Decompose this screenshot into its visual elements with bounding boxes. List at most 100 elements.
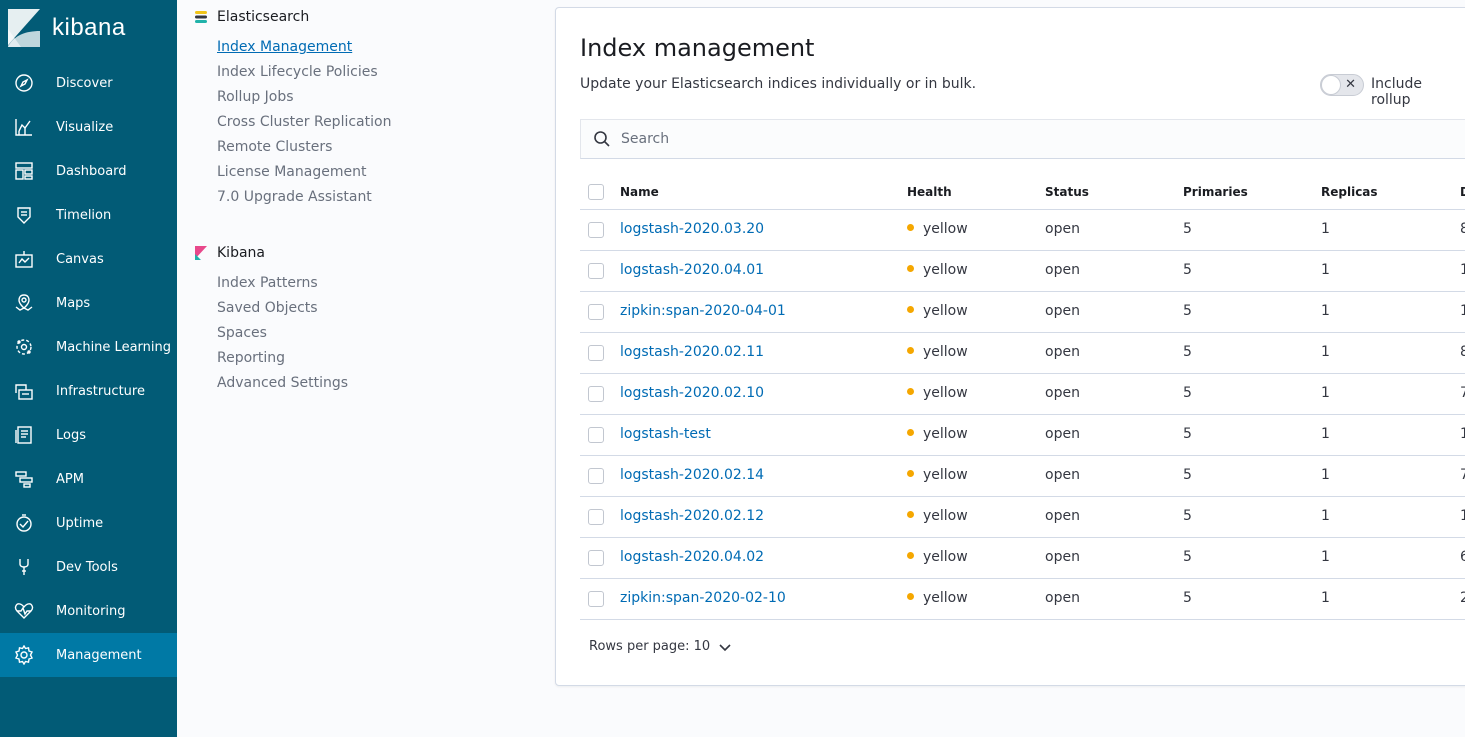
- health-label: yellow: [923, 426, 968, 442]
- cell-status: open: [1045, 262, 1080, 278]
- cell-primaries: 5: [1183, 303, 1192, 319]
- row-checkbox[interactable]: [588, 427, 604, 443]
- heartbeat-icon: [14, 601, 34, 621]
- nav-item-dev-tools[interactable]: Dev Tools: [0, 545, 177, 589]
- cell-name[interactable]: logstash-2020.03.20: [620, 221, 764, 237]
- health-dot-icon: [907, 346, 914, 354]
- subnav-link-cross-cluster-replication[interactable]: Cross Cluster Replication: [217, 114, 391, 130]
- subnav-link-remote-clusters[interactable]: Remote Clusters: [217, 139, 332, 155]
- cell-docs: 1: [1460, 508, 1465, 524]
- nav-item-monitoring[interactable]: Monitoring: [0, 589, 177, 633]
- cell-name[interactable]: logstash-2020.02.10: [620, 385, 764, 401]
- select-all-checkbox[interactable]: [588, 184, 604, 200]
- cell-status: open: [1045, 221, 1080, 237]
- cell-status: open: [1045, 426, 1080, 442]
- health-dot-icon: [907, 469, 914, 477]
- health-dot-icon: [907, 510, 914, 518]
- cell-docs: 6: [1460, 549, 1465, 565]
- cell-docs: 7: [1460, 467, 1465, 483]
- column-header-health[interactable]: Health: [907, 185, 952, 199]
- cell-replicas: 1: [1321, 344, 1330, 360]
- kibana-logo[interactable]: kibana: [0, 0, 177, 56]
- section-title: Kibana: [217, 245, 265, 261]
- rows-per-page-button[interactable]: Rows per page: 10: [589, 639, 732, 654]
- nav-item-dashboard[interactable]: Dashboard: [0, 149, 177, 193]
- health-label: yellow: [923, 344, 968, 360]
- page-title: Index management: [580, 34, 815, 62]
- include-rollup-toggle[interactable]: ✕: [1320, 74, 1364, 96]
- cell-replicas: 1: [1321, 221, 1330, 237]
- subnav-link-index-patterns[interactable]: Index Patterns: [217, 275, 318, 291]
- nav-item-discover[interactable]: Discover: [0, 61, 177, 105]
- nav-item-logs[interactable]: Logs: [0, 413, 177, 457]
- row-checkbox[interactable]: [588, 345, 604, 361]
- subnav-link-spaces[interactable]: Spaces: [217, 325, 267, 341]
- nav-label: Timelion: [56, 207, 112, 223]
- row-checkbox[interactable]: [588, 386, 604, 402]
- nav-label: Machine Learning: [56, 339, 171, 355]
- compass-icon: [14, 73, 34, 93]
- cell-name[interactable]: zipkin:span-2020-04-01: [620, 303, 786, 319]
- health-dot-icon: [907, 305, 914, 313]
- nav-label: Logs: [56, 427, 86, 443]
- row-divider: [580, 537, 1465, 538]
- subnav-link-advanced-settings[interactable]: Advanced Settings: [217, 375, 348, 391]
- chevron-down-icon: [719, 643, 731, 651]
- health-label: yellow: [923, 590, 968, 606]
- cell-name[interactable]: logstash-2020.02.14: [620, 467, 764, 483]
- nav-label: Management: [56, 647, 142, 663]
- cell-name[interactable]: logstash-2020.04.02: [620, 549, 764, 565]
- subnav-link-saved-objects[interactable]: Saved Objects: [217, 300, 318, 316]
- column-header-primaries[interactable]: Primaries: [1183, 185, 1248, 199]
- chart-icon: [14, 117, 34, 137]
- close-icon: ✕: [1345, 77, 1356, 92]
- cell-health: yellow: [907, 344, 968, 360]
- cell-name[interactable]: logstash-2020.02.12: [620, 508, 764, 524]
- nav-item-uptime[interactable]: Uptime: [0, 501, 177, 545]
- nav-item-management[interactable]: Management: [0, 633, 177, 677]
- row-checkbox[interactable]: [588, 263, 604, 279]
- subnav-link-index-management[interactable]: Index Management: [217, 39, 352, 55]
- column-header-status[interactable]: Status: [1045, 185, 1089, 199]
- nav-item-visualize[interactable]: Visualize: [0, 105, 177, 149]
- map-icon: [14, 293, 34, 313]
- subnav-link-rollup-jobs[interactable]: Rollup Jobs: [217, 89, 294, 105]
- cell-status: open: [1045, 549, 1080, 565]
- nav-item-canvas[interactable]: Canvas: [0, 237, 177, 281]
- cell-primaries: 5: [1183, 221, 1192, 237]
- column-header-name[interactable]: Name: [620, 185, 659, 199]
- gear-icon: [14, 645, 34, 665]
- cell-replicas: 1: [1321, 549, 1330, 565]
- row-checkbox[interactable]: [588, 550, 604, 566]
- cell-primaries: 5: [1183, 508, 1192, 524]
- subnav-link-index-lifecycle-policies[interactable]: Index Lifecycle Policies: [217, 64, 378, 80]
- nav-item-apm[interactable]: APM: [0, 457, 177, 501]
- row-checkbox[interactable]: [588, 591, 604, 607]
- search-input[interactable]: [621, 131, 1421, 147]
- cell-primaries: 5: [1183, 549, 1192, 565]
- nav-label: Monitoring: [56, 603, 126, 619]
- nav-item-infrastructure[interactable]: Infrastructure: [0, 369, 177, 413]
- cell-name[interactable]: logstash-test: [620, 426, 711, 442]
- subnav-link-license-management[interactable]: License Management: [217, 164, 366, 180]
- row-checkbox[interactable]: [588, 468, 604, 484]
- nav-item-machine-learning[interactable]: Machine Learning: [0, 325, 177, 369]
- uptime-icon: [14, 513, 34, 533]
- cell-replicas: 1: [1321, 590, 1330, 606]
- column-header-replicas[interactable]: Replicas: [1321, 185, 1378, 199]
- cell-name[interactable]: zipkin:span-2020-02-10: [620, 590, 786, 606]
- subnav-link-7-0-upgrade-assistant[interactable]: 7.0 Upgrade Assistant: [217, 189, 372, 205]
- row-checkbox[interactable]: [588, 509, 604, 525]
- subnav-link-reporting[interactable]: Reporting: [217, 350, 285, 366]
- row-checkbox[interactable]: [588, 304, 604, 320]
- sidebar: kibana Discover Visualize Dashboard Timelio…: [0, 0, 177, 737]
- cell-name[interactable]: logstash-2020.02.11: [620, 344, 764, 360]
- nav-item-timelion[interactable]: Timelion: [0, 193, 177, 237]
- cell-name[interactable]: logstash-2020.04.01: [620, 262, 764, 278]
- row-divider: [580, 619, 1465, 620]
- nav-item-maps[interactable]: Maps: [0, 281, 177, 325]
- row-checkbox[interactable]: [588, 222, 604, 238]
- elasticsearch-icon: [195, 11, 207, 23]
- row-divider: [580, 291, 1465, 292]
- column-header-d[interactable]: D: [1460, 185, 1465, 199]
